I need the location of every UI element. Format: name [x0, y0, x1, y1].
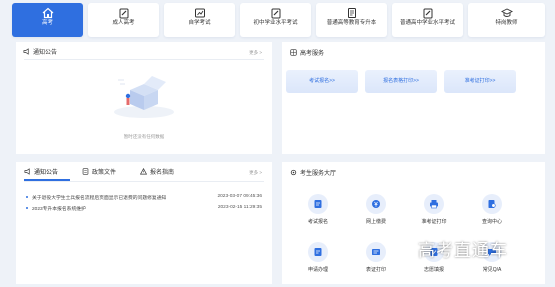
nav-tab-gaokao[interactable]: 高考 [12, 3, 83, 37]
file-icon [82, 168, 89, 175]
form-print-icon [366, 242, 386, 262]
service-label: 查询中心 [481, 219, 502, 225]
printer-icon [424, 194, 444, 214]
service-label: 表证打印 [365, 267, 386, 273]
megaphone-icon [24, 168, 30, 175]
service-hall-panel: 考生服务大厅 考试报名 网上缴费 准考证打印 查询中心 申请办理 表证打印 志愿… [282, 162, 545, 284]
nav-tab-special-teacher[interactable]: 特岗教师 [468, 3, 545, 37]
chart-card-icon [194, 8, 205, 18]
service-label: 网上缴费 [365, 219, 386, 225]
nav-tab-label: 特岗教师 [495, 20, 518, 26]
tab-policy-files[interactable]: 政策文件 [82, 167, 116, 176]
search-doc-icon [482, 194, 502, 214]
service-label: 志愿填报 [423, 267, 444, 273]
nav-tab-senior-exam[interactable]: 普通高中学业水平考试 [392, 3, 463, 37]
payment-icon [366, 194, 386, 214]
gear-icon [290, 169, 297, 176]
announcements-panel: 通知公告 更多 > 暂时还没有任何数据 [16, 42, 272, 154]
pen-icon [271, 8, 280, 19]
panel-heading: 考生服务大厅 [290, 168, 336, 177]
panel-heading: 通知公告 [23, 47, 57, 56]
apply-icon [308, 242, 328, 262]
nav-tab-label: 初中学业水平考试 [253, 20, 298, 26]
panel-title: 高考服务 [300, 51, 325, 57]
pen-icon [423, 8, 432, 19]
warning-icon [140, 168, 147, 175]
tab-label: 政策文件 [92, 170, 117, 176]
register-exam-button[interactable]: 考试报名>> [286, 70, 358, 93]
exam-sign-icon [308, 194, 328, 214]
nav-tab-label: 高考 [41, 20, 53, 26]
service-label: 准考证打印 [421, 219, 447, 225]
divider [24, 181, 264, 182]
service-form-print[interactable]: 表证打印 [352, 242, 400, 273]
nav-tab-label: 自学考试 [188, 20, 211, 26]
tab-announcements[interactable]: 通知公告 [24, 167, 58, 176]
nav-tab-junior-exam[interactable]: 初中学业水平考试 [240, 3, 311, 37]
document-icon [347, 8, 356, 18]
service-query-center[interactable]: 查询中心 [468, 194, 516, 225]
print-form-button[interactable]: 报名表格打印>> [365, 70, 437, 93]
bullet-icon [26, 196, 28, 198]
pen-icon [119, 8, 128, 19]
notice-title: 2023专升本报名系统维护 [32, 207, 86, 212]
grid-icon [290, 49, 297, 56]
print-admission-button[interactable]: 准考证打印>> [444, 70, 516, 93]
notice-row[interactable]: 2023专升本报名系统维护 2023-02-15 11:29:35 [26, 205, 262, 213]
megaphone-icon [23, 48, 29, 55]
nav-tab-upgrade-exam[interactable]: 普通高等教育专升本 [316, 3, 387, 37]
teacher-icon [500, 8, 513, 17]
panel-title: 考生服务大厅 [300, 171, 337, 177]
notice-row[interactable]: 关于退役大学生士兵报名流程后页面显示已退费的问题修复通知 2023-03-07 … [26, 194, 262, 202]
panel-heading: 高考服务 [290, 48, 324, 57]
news-panel: 通知公告 政策文件 报名指南 更多 > 关于退役大学生士兵报名流程后页面显示已退… [16, 162, 272, 284]
watermark-text: 高考直通车 [418, 241, 508, 260]
empty-box-illustration [114, 76, 174, 118]
service-label: 常见Q/A [482, 267, 502, 273]
nav-tab-label: 成人高考 [112, 20, 135, 26]
service-admission-print[interactable]: 准考证打印 [410, 194, 458, 225]
tab-label: 报名指南 [150, 170, 175, 176]
home-icon [42, 7, 53, 19]
service-exam-register[interactable]: 考试报名 [294, 194, 342, 225]
nav-tab-label: 普通高中学业水平考试 [399, 20, 455, 26]
divider [24, 59, 264, 60]
nav-tab-self-study[interactable]: 自学考试 [164, 3, 235, 37]
service-label: 申请办理 [307, 267, 328, 273]
service-label: 考试报名 [307, 219, 328, 225]
notice-date: 2023-02-15 11:29:35 [217, 205, 262, 210]
tab-registration-guide[interactable]: 报名指南 [140, 167, 174, 176]
exam-services-panel: 高考服务 考试报名>> 报名表格打印>> 准考证打印>> [282, 42, 545, 154]
empty-tip: 暂时还没有任何数据 [123, 134, 165, 139]
notice-date: 2023-03-07 09:45:36 [217, 194, 262, 199]
panel-title: 通知公告 [33, 50, 58, 56]
service-apply[interactable]: 申请办理 [294, 242, 342, 273]
notice-title: 关于退役大学生士兵报名流程后页面显示已退费的问题修复通知 [32, 196, 167, 201]
service-online-payment[interactable]: 网上缴费 [352, 194, 400, 225]
nav-tab-label: 普通高等教育专升本 [326, 20, 377, 26]
more-link[interactable]: 更多 > [249, 170, 262, 176]
bullet-icon [26, 207, 28, 209]
tab-label: 通知公告 [34, 170, 59, 176]
top-nav: 高考 成人高考 自学考试 初中学业水平考试 普通高等教育专升本 普通高中学业水平… [12, 3, 545, 37]
more-link[interactable]: 更多 > [249, 50, 262, 56]
nav-tab-adult-exam[interactable]: 成人高考 [88, 3, 159, 37]
